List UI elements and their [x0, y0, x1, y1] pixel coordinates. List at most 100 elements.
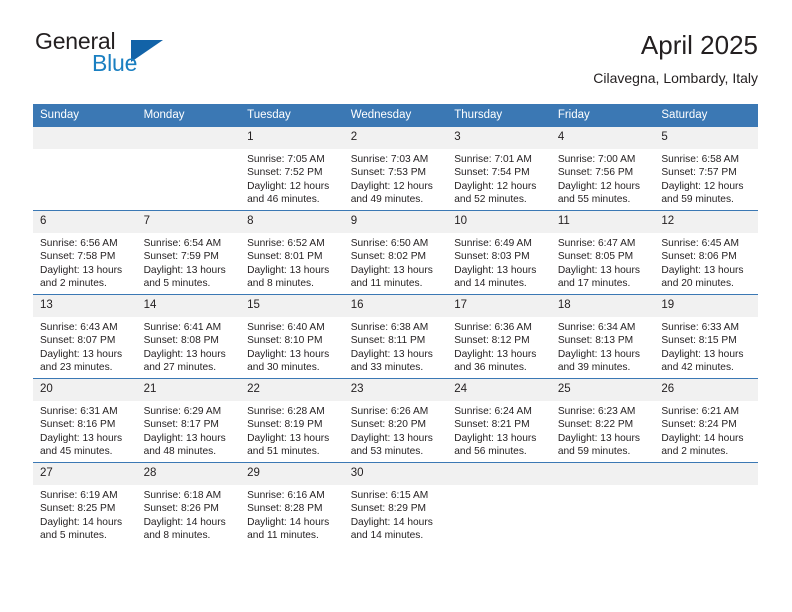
day-details: Sunrise: 6:58 AM Sunset: 7:57 PM Daylight:…: [654, 149, 758, 206]
sunrise-text: Sunrise: 6:24 AM: [454, 406, 532, 417]
calendar-day-cell[interactable]: 28 Sunrise: 6:18 AM Sunset: 8:26 PM Dayligh…: [136, 462, 241, 546]
daylight-text-line2: and 42 minutes.: [661, 361, 734, 373]
calendar-week-row: 13 Sunrise: 6:43 AM Sunset: 8:07 PM Dayligh…: [33, 294, 758, 379]
daylight-text-line2: and 53 minutes.: [350, 445, 424, 457]
day-number: 11: [550, 211, 655, 233]
sunrise-text: Sunrise: 6:26 AM: [350, 406, 429, 417]
day-details: Sunrise: 6:47 AM Sunset: 8:05 PM Daylight:…: [551, 233, 655, 290]
page-header: General Blue April 2025 Cilavegna, Lomba…: [33, 28, 758, 94]
calendar-day-cell[interactable]: 23 Sunrise: 6:26 AM Sunset: 8:20 PM Dayligh…: [343, 378, 448, 463]
calendar-day-cell[interactable]: 17 Sunrise: 6:36 AM Sunset: 8:12 PM Dayligh…: [447, 294, 551, 379]
calendar-day-cell[interactable]: 30 Sunrise: 6:15 AM Sunset: 8:29 PM Dayligh…: [343, 462, 448, 546]
calendar-day-cell[interactable]: 24 Sunrise: 6:24 AM Sunset: 8:21 PM Dayligh…: [447, 378, 551, 463]
sunset-text: Sunset: 7:57 PM: [661, 167, 737, 179]
sunrise-text: Sunrise: 6:31 AM: [40, 406, 118, 417]
calendar-week-row: 1 Sunrise: 7:05 AM Sunset: 7:52 PM Daylight…: [33, 126, 758, 211]
daylight-text-line2: and 33 minutes.: [350, 361, 424, 373]
sunrise-text: Sunrise: 6:43 AM: [40, 322, 118, 333]
calendar-day-cell[interactable]: 18 Sunrise: 6:34 AM Sunset: 8:13 PM Dayligh…: [550, 294, 655, 379]
weekday-header-sunday: Sunday: [33, 104, 137, 127]
sunset-text: Sunset: 8:13 PM: [557, 335, 634, 347]
calendar-day-cell[interactable]: 12 Sunrise: 6:45 AM Sunset: 8:06 PM Dayligh…: [654, 210, 758, 295]
daylight-text-line1: Daylight: 14 hours: [661, 432, 744, 444]
sunrise-text: Sunrise: 6:50 AM: [350, 238, 429, 249]
sunrise-text: Sunrise: 6:49 AM: [454, 238, 532, 249]
calendar-day-cell[interactable]: 15 Sunrise: 6:40 AM Sunset: 8:10 PM Dayligh…: [240, 294, 344, 379]
daylight-text-line2: and 8 minutes.: [247, 277, 314, 289]
daylight-text-line1: Daylight: 14 hours: [350, 516, 433, 528]
daylight-text-line2: and 8 minutes.: [143, 529, 211, 541]
daylight-text-line2: and 51 minutes.: [247, 445, 320, 457]
sunrise-text: Sunrise: 6:45 AM: [661, 238, 739, 249]
sunset-text: Sunset: 8:02 PM: [350, 251, 427, 263]
page-subtitle: Cilavegna, Lombardy, Italy: [593, 70, 758, 86]
calendar-day-cell[interactable]: 6 Sunrise: 6:56 AM Sunset: 7:58 PM Daylight…: [33, 210, 137, 295]
daylight-text-line2: and 23 minutes.: [40, 361, 113, 373]
daylight-text-line1: Daylight: 13 hours: [454, 264, 537, 276]
sunset-text: Sunset: 8:20 PM: [350, 419, 427, 431]
daylight-text-line1: Daylight: 13 hours: [247, 432, 330, 444]
day-number: 16: [343, 295, 448, 317]
calendar-day-cell[interactable]: 26 Sunrise: 6:21 AM Sunset: 8:24 PM Dayligh…: [654, 378, 758, 463]
day-number: 29: [240, 463, 344, 485]
weekday-header-friday: Friday: [550, 104, 655, 127]
weekday-header-monday: Monday: [136, 104, 241, 127]
calendar-day-cell[interactable]: 19 Sunrise: 6:33 AM Sunset: 8:15 PM Dayligh…: [654, 294, 758, 379]
sunrise-text: Sunrise: 6:47 AM: [557, 238, 636, 249]
calendar-day-cell[interactable]: 3 Sunrise: 7:01 AM Sunset: 7:54 PM Daylight…: [447, 126, 551, 211]
daylight-text-line2: and 59 minutes.: [661, 193, 734, 205]
day-number: 27: [33, 463, 137, 485]
calendar-day-cell[interactable]: 8 Sunrise: 6:52 AM Sunset: 8:01 PM Daylight…: [240, 210, 344, 295]
calendar-day-cell[interactable]: 4 Sunrise: 7:00 AM Sunset: 7:56 PM Daylight…: [550, 126, 655, 211]
sunset-text: Sunset: 7:53 PM: [350, 167, 427, 179]
calendar-day-cell[interactable]: 21 Sunrise: 6:29 AM Sunset: 8:17 PM Dayligh…: [136, 378, 241, 463]
calendar-day-cell[interactable]: 5 Sunrise: 6:58 AM Sunset: 7:57 PM Daylight…: [654, 126, 758, 211]
day-details: Sunrise: 6:52 AM Sunset: 8:01 PM Daylight:…: [240, 233, 344, 290]
daylight-text-line2: and 48 minutes.: [143, 445, 217, 457]
daylight-text-line1: Daylight: 13 hours: [247, 348, 330, 360]
calendar-day-cell[interactable]: 22 Sunrise: 6:28 AM Sunset: 8:19 PM Dayligh…: [240, 378, 344, 463]
calendar-day-cell[interactable]: 7 Sunrise: 6:54 AM Sunset: 7:59 PM Daylight…: [136, 210, 241, 295]
sunset-text: Sunset: 8:06 PM: [661, 251, 737, 263]
day-details: Sunrise: 6:43 AM Sunset: 8:07 PM Daylight:…: [33, 317, 137, 374]
daylight-text-line1: Daylight: 12 hours: [557, 180, 640, 192]
sunrise-text: Sunrise: 6:36 AM: [454, 322, 532, 333]
calendar-day-cell[interactable]: 10 Sunrise: 6:49 AM Sunset: 8:03 PM Dayligh…: [447, 210, 551, 295]
day-details: Sunrise: 7:00 AM Sunset: 7:56 PM Daylight:…: [551, 149, 655, 206]
daylight-text-line1: Daylight: 12 hours: [661, 180, 744, 192]
calendar-day-cell[interactable]: 14 Sunrise: 6:41 AM Sunset: 8:08 PM Dayligh…: [136, 294, 241, 379]
day-number: 1: [240, 127, 344, 149]
day-number: 26: [654, 379, 758, 401]
day-number: 30: [343, 463, 448, 485]
day-details: Sunrise: 7:03 AM Sunset: 7:53 PM Daylight:…: [344, 149, 448, 206]
calendar-day-cell[interactable]: 11 Sunrise: 6:47 AM Sunset: 8:05 PM Dayligh…: [550, 210, 655, 295]
calendar-day-cell[interactable]: 27 Sunrise: 6:19 AM Sunset: 8:25 PM Dayligh…: [33, 462, 137, 546]
daylight-text-line2: and 46 minutes.: [247, 193, 320, 205]
calendar-day-cell[interactable]: 16 Sunrise: 6:38 AM Sunset: 8:11 PM Dayligh…: [343, 294, 448, 379]
calendar-day-cell[interactable]: 2 Sunrise: 7:03 AM Sunset: 7:53 PM Daylight…: [343, 126, 448, 211]
daylight-text-line2: and 30 minutes.: [247, 361, 320, 373]
daylight-text-line1: Daylight: 13 hours: [143, 348, 226, 360]
calendar-day-cell[interactable]: 13 Sunrise: 6:43 AM Sunset: 8:07 PM Dayligh…: [33, 294, 137, 379]
day-number: 25: [550, 379, 655, 401]
day-number: 23: [343, 379, 448, 401]
day-details: Sunrise: 6:54 AM Sunset: 7:59 PM Daylight:…: [137, 233, 241, 290]
calendar-day-cell[interactable]: 29 Sunrise: 6:16 AM Sunset: 8:28 PM Dayligh…: [240, 462, 344, 546]
general-blue-logo[interactable]: General Blue: [33, 28, 263, 88]
day-number: 6: [33, 211, 137, 233]
calendar-day-cell[interactable]: 9 Sunrise: 6:50 AM Sunset: 8:02 PM Daylight…: [343, 210, 448, 295]
sunset-text: Sunset: 8:29 PM: [350, 503, 427, 515]
calendar-day-cell[interactable]: 1 Sunrise: 7:05 AM Sunset: 7:52 PM Daylight…: [240, 126, 344, 211]
daylight-text-line2: and 27 minutes.: [143, 361, 217, 373]
weekday-header-tuesday: Tuesday: [240, 104, 344, 127]
sunrise-text: Sunrise: 7:00 AM: [557, 154, 636, 165]
calendar-day-cell[interactable]: 20 Sunrise: 6:31 AM Sunset: 8:16 PM Dayligh…: [33, 378, 137, 463]
daylight-text-line1: Daylight: 13 hours: [40, 432, 123, 444]
calendar-header-row: Sunday Monday Tuesday Wednesday Thursday…: [33, 104, 758, 127]
daylight-text-line2: and 5 minutes.: [143, 277, 211, 289]
daylight-text-line1: Daylight: 12 hours: [247, 180, 330, 192]
day-number: 20: [33, 379, 137, 401]
daylight-text-line2: and 14 minutes.: [350, 529, 424, 541]
calendar-day-cell[interactable]: 25 Sunrise: 6:23 AM Sunset: 8:22 PM Dayligh…: [550, 378, 655, 463]
day-details: Sunrise: 6:45 AM Sunset: 8:06 PM Daylight:…: [654, 233, 758, 290]
